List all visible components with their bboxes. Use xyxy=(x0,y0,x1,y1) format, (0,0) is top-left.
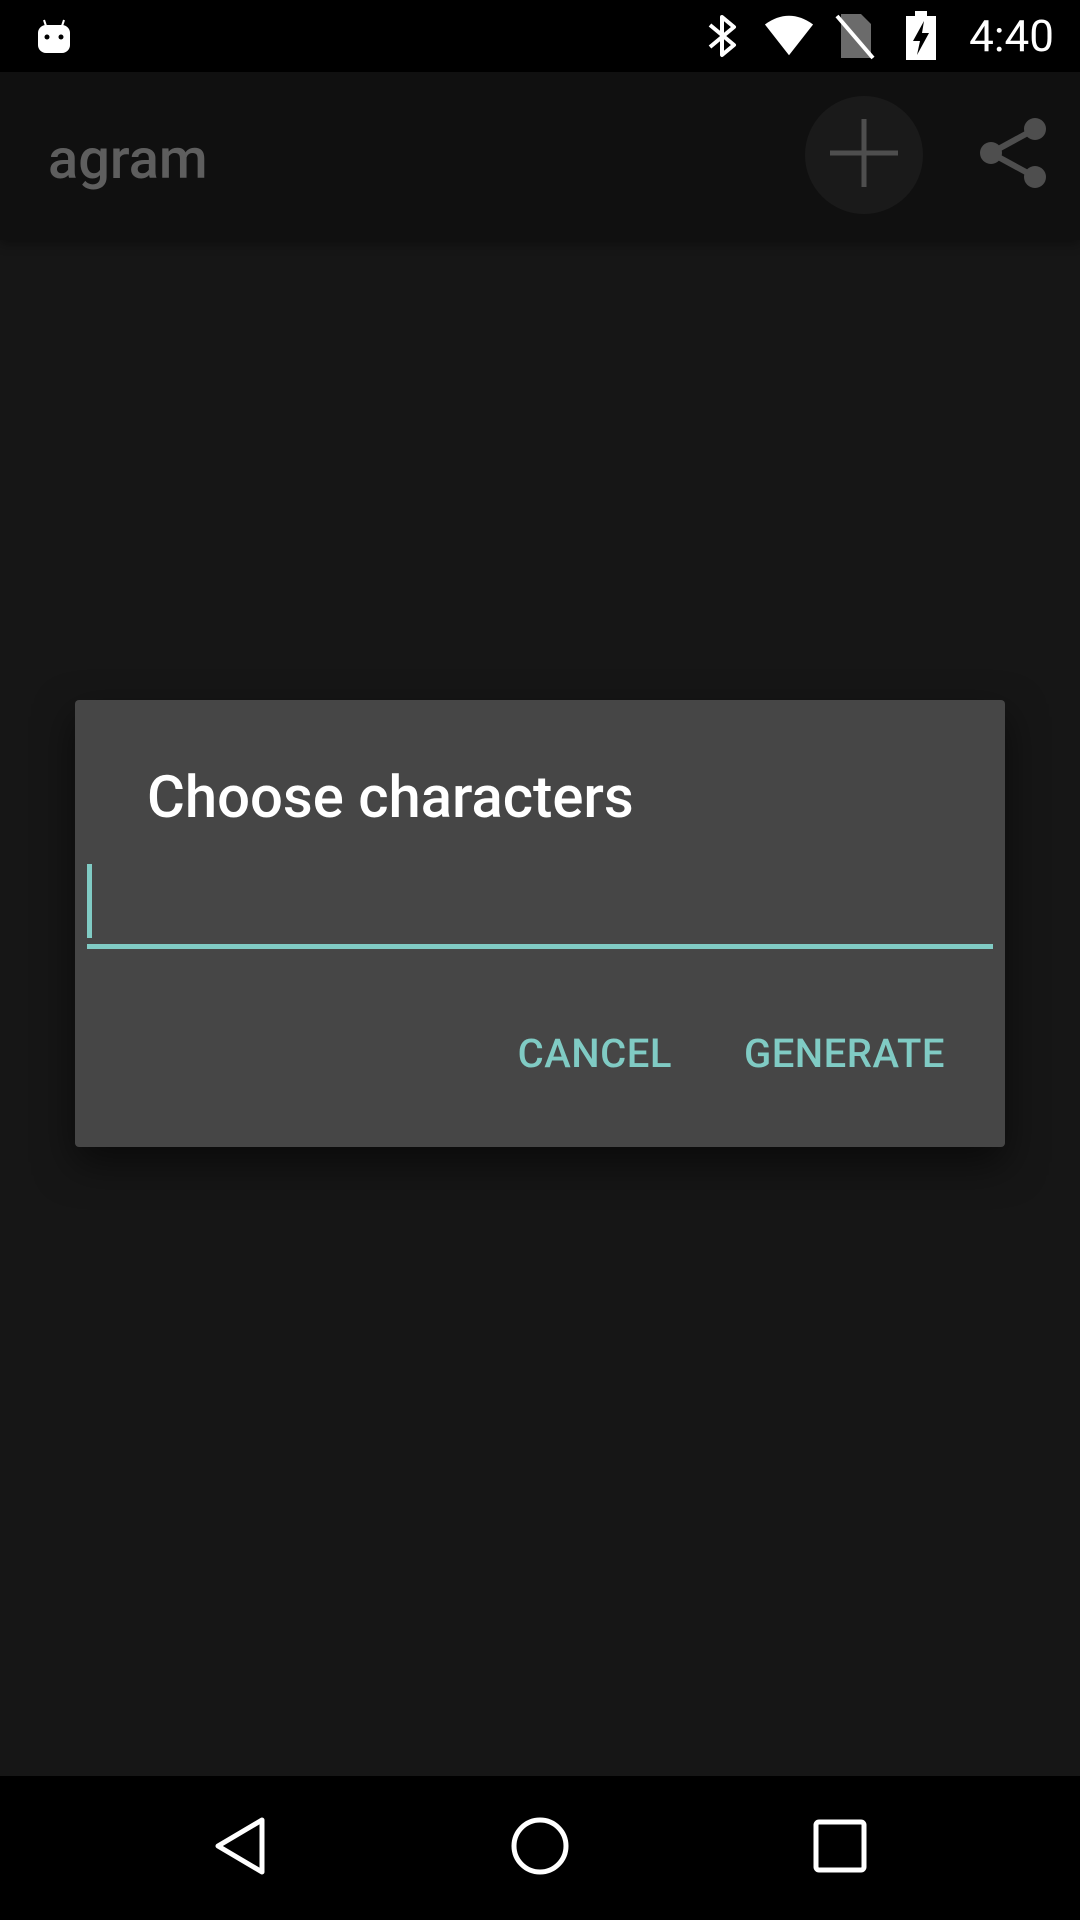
home-icon xyxy=(508,1814,572,1882)
android-notification-icon xyxy=(34,16,74,56)
share-icon xyxy=(977,117,1049,193)
cancel-button[interactable]: CANCEL xyxy=(518,1030,672,1077)
battery-charging-icon xyxy=(895,10,947,62)
dialog-title: Choose characters xyxy=(147,764,634,832)
dialog-actions: CANCEL GENERATE xyxy=(518,1030,945,1077)
home-button[interactable] xyxy=(490,1798,590,1898)
back-button[interactable] xyxy=(190,1798,290,1898)
generate-button[interactable]: GENERATE xyxy=(744,1030,945,1077)
app-title: agram xyxy=(48,126,208,192)
add-icon xyxy=(826,115,902,195)
choose-characters-dialog: Choose characters CANCEL GENERATE xyxy=(75,700,1005,1147)
recents-icon xyxy=(811,1817,869,1879)
app-bar: agram xyxy=(0,72,1080,240)
status-time: 4:40 xyxy=(969,10,1054,62)
no-sim-icon xyxy=(829,10,881,62)
navigation-bar xyxy=(0,1776,1080,1920)
bluetooth-icon xyxy=(697,10,749,62)
text-cursor xyxy=(87,864,92,938)
recents-button[interactable] xyxy=(790,1798,890,1898)
status-bar: 4:40 xyxy=(0,0,1080,72)
add-button[interactable] xyxy=(805,96,923,214)
status-icons: 4:40 xyxy=(697,0,1080,72)
back-icon xyxy=(210,1814,270,1882)
wifi-icon xyxy=(763,10,815,62)
input-underline xyxy=(87,944,993,949)
characters-input[interactable] xyxy=(87,864,993,950)
screen: 4:40 agram Choose characters CANCEL GENE… xyxy=(0,0,1080,1920)
share-button[interactable] xyxy=(968,110,1058,200)
